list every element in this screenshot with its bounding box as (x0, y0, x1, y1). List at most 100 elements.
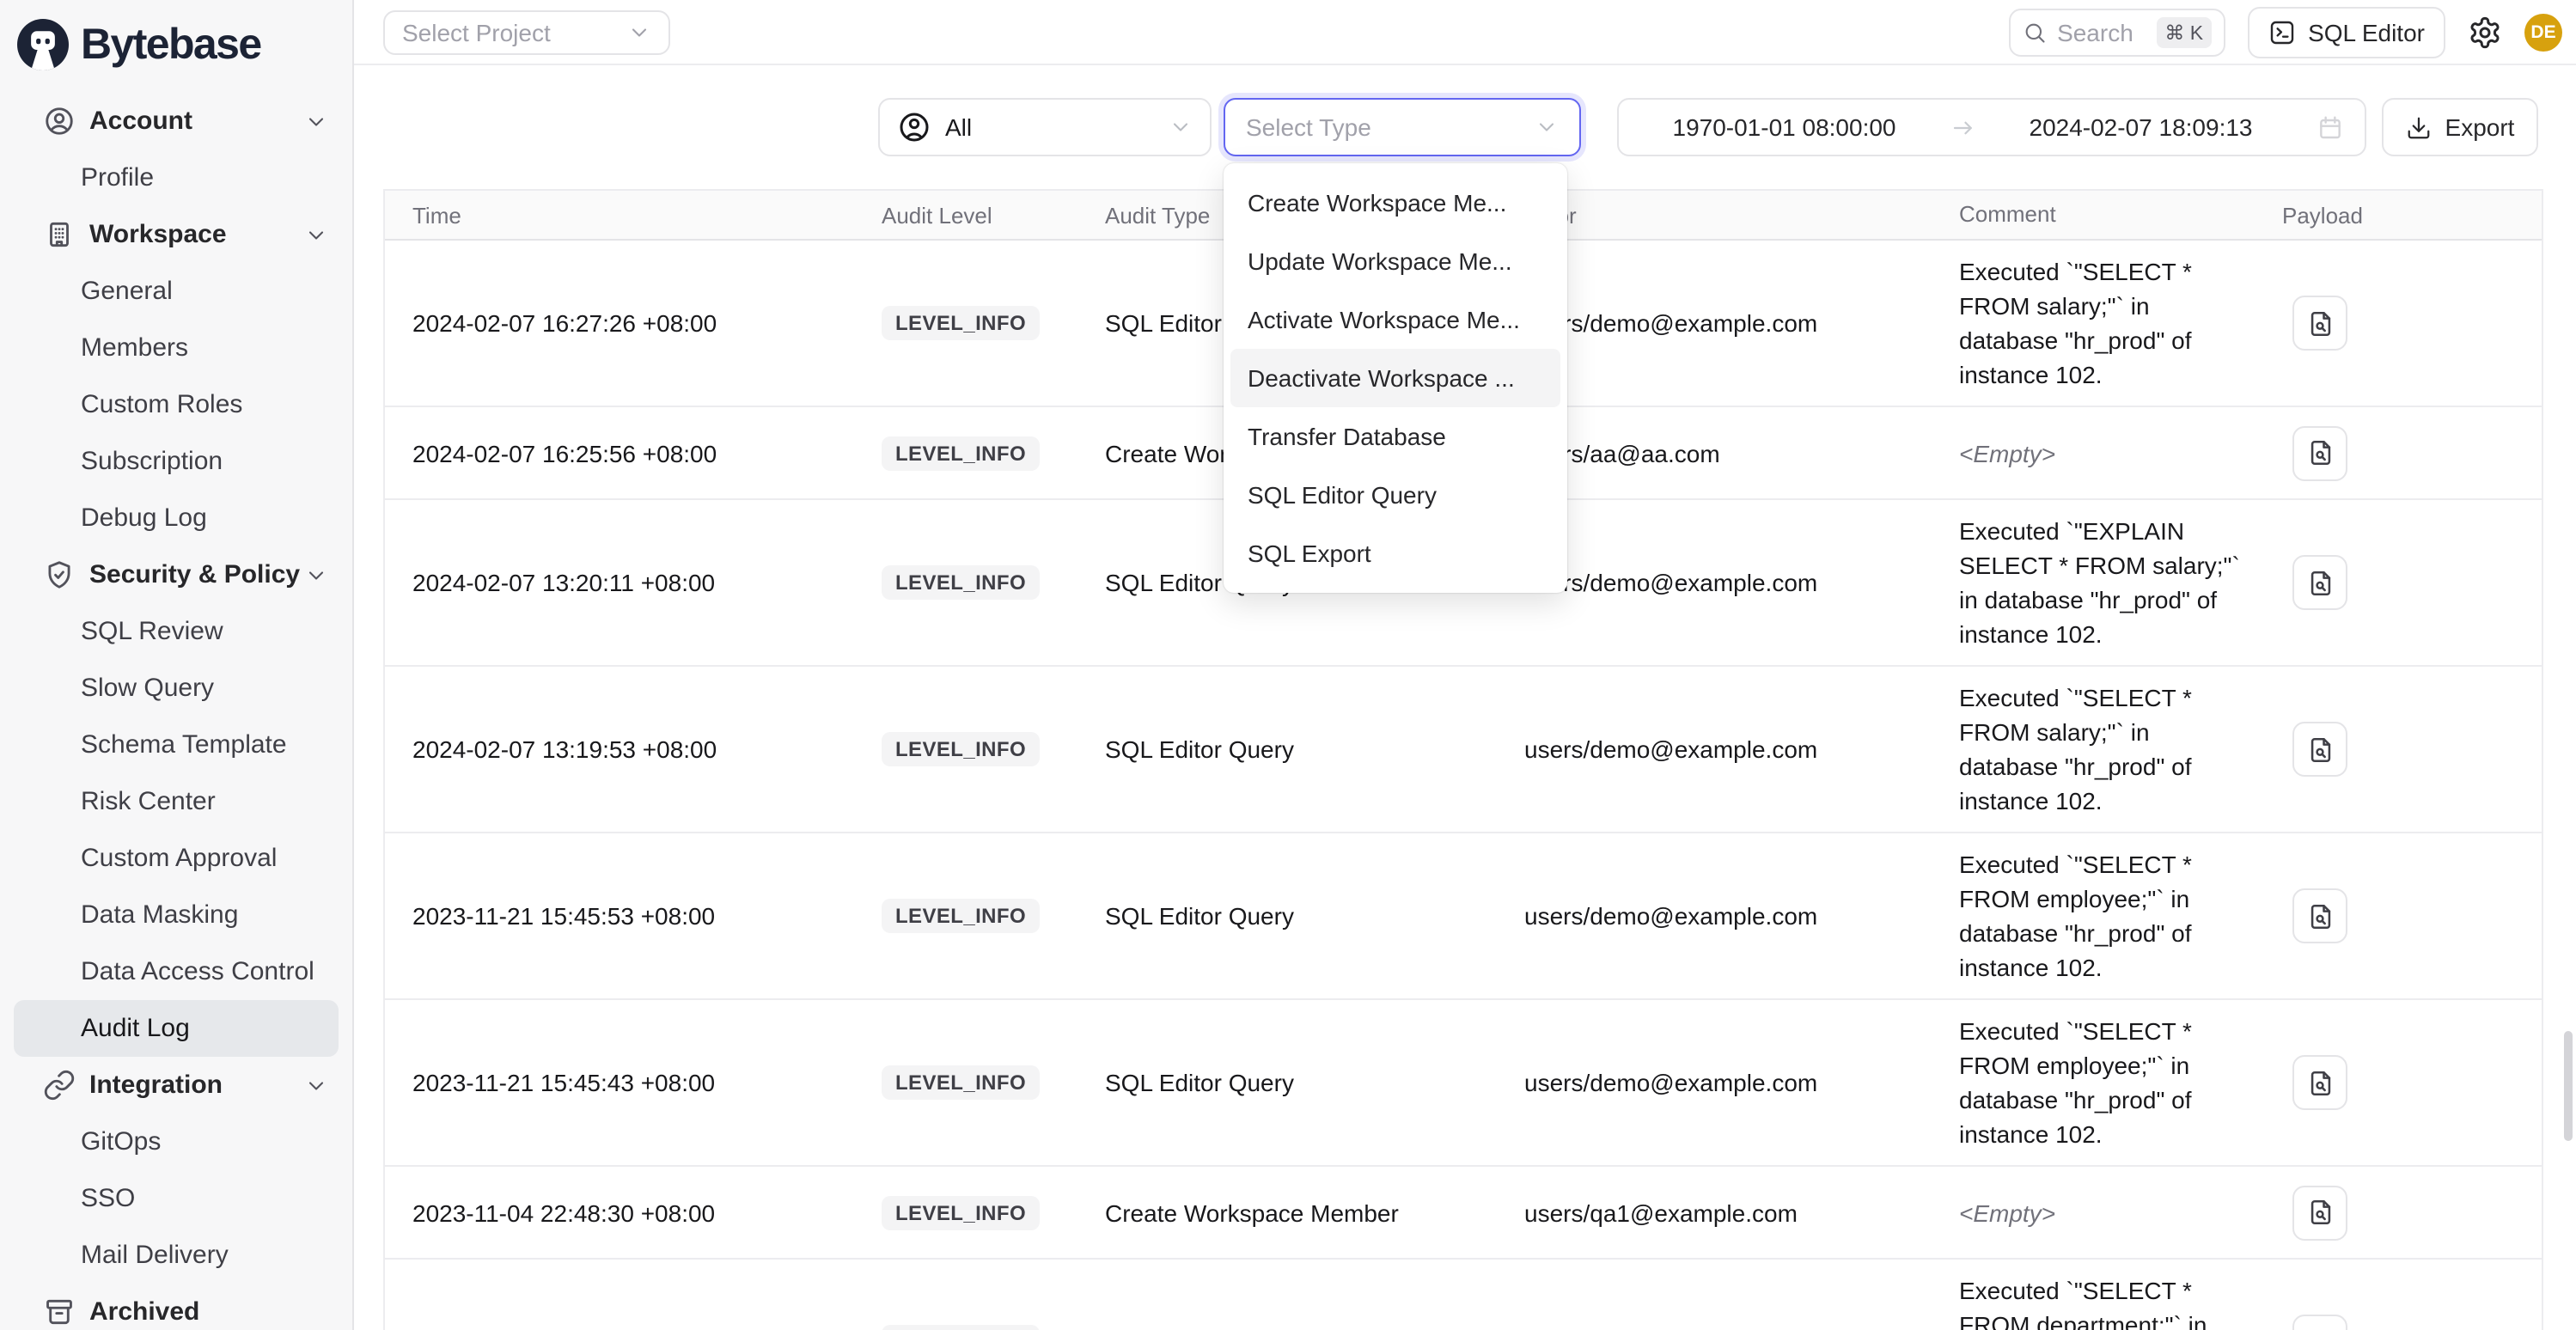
type-filter-select[interactable]: Select Type (1224, 98, 1581, 156)
file-search-icon (2305, 568, 2335, 597)
view-payload-button[interactable] (2292, 1315, 2347, 1330)
link-icon (43, 1069, 76, 1101)
cell-audit-level: LEVEL_INFO (882, 436, 1105, 470)
sidebar-section-label: Archived (89, 1297, 328, 1327)
sidebar-item-data-access-control[interactable]: Data Access Control (14, 943, 339, 1000)
avatar[interactable]: DE (2524, 14, 2562, 52)
audit-level-badge: LEVEL_INFO (882, 1195, 1040, 1229)
chevron-down-icon (304, 223, 328, 247)
topbar-actions: Search ⌘ K SQL Editor DE (2009, 0, 2562, 65)
cell-comment: <Empty> (1959, 436, 2282, 470)
type-option-deactivate-workspace[interactable]: Deactivate Workspace ... (1230, 349, 1560, 407)
actor-filter-select[interactable]: All (878, 98, 1212, 156)
view-payload-button[interactable] (2292, 555, 2347, 610)
search-placeholder: Search (2057, 19, 2146, 46)
sidebar-item-debug-log[interactable]: Debug Log (14, 490, 339, 546)
sidebar-item-custom-roles[interactable]: Custom Roles (14, 376, 339, 433)
cell-audit-level: LEVEL_INFO (882, 899, 1105, 933)
sidebar-item-members[interactable]: Members (14, 320, 339, 376)
cell-time: 2024-02-07 13:20:11 +08:00 (385, 569, 882, 596)
sidebar-item-sso[interactable]: SSO (14, 1170, 339, 1227)
cell-payload (2282, 1315, 2542, 1330)
cell-comment: <Empty> (1959, 1195, 2282, 1229)
view-payload-button[interactable] (2292, 425, 2347, 480)
audit-level-badge: LEVEL_INFO (882, 306, 1040, 340)
column-header-comment: Comment (1959, 198, 2282, 232)
date-end-value: 2024-02-07 18:09:13 (1975, 113, 2306, 141)
sidebar-item-schema-template[interactable]: Schema Template (14, 717, 339, 773)
file-search-icon (2305, 438, 2335, 467)
table-row: 2023-11-21 15:45:43 +08:00 LEVEL_INFO SQ… (385, 1000, 2542, 1167)
download-icon (2406, 114, 2432, 140)
sidebar-item-profile[interactable]: Profile (14, 149, 339, 206)
table-row: 2024-02-07 13:19:53 +08:00 LEVEL_INFO SQ… (385, 667, 2542, 833)
sidebar-item-data-masking[interactable]: Data Masking (14, 887, 339, 943)
column-header-actor: Actor (1524, 202, 1959, 228)
sidebar-group-workspace: GeneralMembersCustom RolesSubscriptionDe… (0, 263, 352, 546)
type-option-transfer-database[interactable]: Transfer Database (1230, 407, 1560, 466)
cell-audit-level: LEVEL_INFO (882, 732, 1105, 766)
table-row: 2023-11-21 15:45:53 +08:00 LEVEL_INFO SQ… (385, 833, 2542, 1000)
type-option-create-workspace-me[interactable]: Create Workspace Me... (1230, 174, 1560, 232)
type-option-sql-export[interactable]: SQL Export (1230, 524, 1560, 583)
cell-payload (2282, 888, 2542, 943)
sidebar-group-security-policy: SQL ReviewSlow QuerySchema TemplateRisk … (0, 603, 352, 1057)
cell-payload (2282, 1055, 2542, 1110)
sidebar-item-sql-review[interactable]: SQL Review (14, 603, 339, 660)
brand-name: Bytebase (81, 20, 261, 70)
audit-level-badge: LEVEL_INFO (882, 899, 1040, 933)
view-payload-button[interactable] (2292, 888, 2347, 943)
sidebar-section-workspace[interactable]: Workspace (0, 206, 352, 263)
sidebar-item-risk-center[interactable]: Risk Center (14, 773, 339, 830)
cell-actor: users/demo@example.com (1524, 1069, 1959, 1096)
bytebase-logo[interactable]: Bytebase (0, 0, 352, 89)
cell-audit-type: SQL Editor Query (1105, 902, 1524, 930)
search-input[interactable]: Search ⌘ K (2009, 9, 2225, 57)
type-filter-dropdown: Create Workspace Me...Update Workspace M… (1224, 163, 1567, 593)
sidebar-item-mail-delivery[interactable]: Mail Delivery (14, 1227, 339, 1284)
gear-icon[interactable] (2468, 15, 2502, 50)
cell-time: 2023-11-21 15:45:53 +08:00 (385, 902, 882, 930)
view-payload-button[interactable] (2292, 722, 2347, 777)
audit-level-badge: LEVEL_INFO (882, 436, 1040, 470)
sidebar-section-archived[interactable]: Archived (0, 1284, 352, 1330)
file-search-icon (2305, 308, 2335, 338)
sidebar: Bytebase Account Profile Workspace Gener… (0, 0, 354, 1330)
sidebar-item-general[interactable]: General (14, 263, 339, 320)
view-payload-button[interactable] (2292, 296, 2347, 351)
audit-level-badge: LEVEL_INFO (882, 1065, 1040, 1100)
terminal-icon (2268, 19, 2296, 46)
type-option-activate-workspace-me[interactable]: Activate Workspace Me... (1230, 290, 1560, 349)
cell-comment: Executed `"SELECT * FROM employee;"` in … (1959, 1014, 2282, 1151)
calendar-icon (2317, 113, 2344, 141)
cell-audit-level: LEVEL_INFO (882, 306, 1105, 340)
view-payload-button[interactable] (2292, 1055, 2347, 1110)
view-payload-button[interactable] (2292, 1185, 2347, 1240)
sidebar-item-custom-approval[interactable]: Custom Approval (14, 830, 339, 887)
export-button[interactable]: Export (2382, 98, 2538, 156)
sidebar-section-account[interactable]: Account (0, 93, 352, 149)
sidebar-section-security-policy[interactable]: Security & Policy (0, 546, 352, 603)
sql-editor-button[interactable]: SQL Editor (2248, 7, 2445, 58)
shield-check-icon (43, 558, 76, 591)
actor-filter-value: All (945, 113, 972, 141)
sidebar-section-integration[interactable]: Integration (0, 1057, 352, 1113)
vertical-scrollbar[interactable] (2564, 1031, 2573, 1141)
table-row: 2023-11-04 22:48:30 +08:00 LEVEL_INFO Cr… (385, 1167, 2542, 1260)
project-select[interactable]: Select Project (383, 10, 670, 55)
audit-level-badge: LEVEL_INFO (882, 1325, 1040, 1330)
sidebar-item-gitops[interactable]: GitOps (14, 1113, 339, 1170)
user-circle-icon (43, 105, 76, 137)
audit-level-badge: LEVEL_INFO (882, 732, 1040, 766)
column-header-audit-level: Audit Level (882, 202, 1105, 228)
type-option-update-workspace-me[interactable]: Update Workspace Me... (1230, 232, 1560, 290)
sidebar-item-subscription[interactable]: Subscription (14, 433, 339, 490)
file-search-icon (2305, 1198, 2335, 1227)
archive-icon (43, 1296, 76, 1328)
sidebar-item-audit-log[interactable]: Audit Log (14, 1000, 339, 1057)
chevron-down-icon (627, 21, 651, 45)
type-option-sql-editor-query[interactable]: SQL Editor Query (1230, 466, 1560, 524)
date-range-picker[interactable]: 1970-01-01 08:00:00 2024-02-07 18:09:13 (1617, 98, 2366, 156)
sidebar-item-slow-query[interactable]: Slow Query (14, 660, 339, 717)
chevron-down-icon (304, 1073, 328, 1097)
